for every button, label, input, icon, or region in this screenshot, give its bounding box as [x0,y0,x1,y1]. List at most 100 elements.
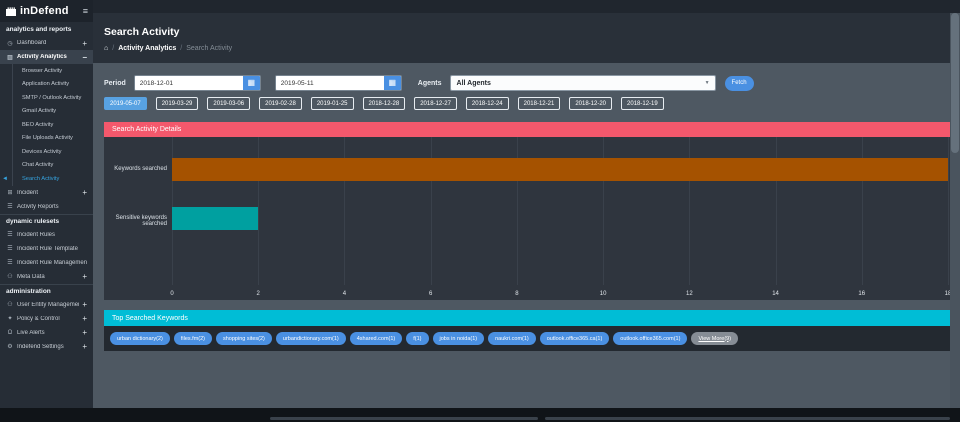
sidebar-item-dashboard[interactable]: ◷ Dashboard + [0,36,93,50]
user-icon: ⚇ [6,301,14,308]
axis-tick: 12 [686,291,693,297]
date-chip[interactable]: 2018-12-20 [569,97,612,110]
horizontal-scrollbar-thumb[interactable] [545,417,950,420]
app-logo-text: inDefend [20,5,69,17]
view-more-link[interactable]: View More(9) [691,332,738,345]
sidebar: inDefend ≡ analytics and reports ◷ Dashb… [0,0,93,408]
expand-icon: + [82,328,87,337]
sidebar-item-live-alerts[interactable]: Ω Live Alerts + [0,326,93,340]
keyword-pill[interactable]: urban dictionary(2) [110,332,170,345]
activity-analytics-submenu: Browser Activity Application Activity SM… [12,64,93,186]
main-content: Search Activity ⌂ / Activity Analytics /… [93,13,950,408]
date-from-input[interactable] [135,76,243,90]
keyword-pill[interactable]: jobs in noida(1) [433,332,485,345]
keyword-pill[interactable]: 4shared.com(1) [350,332,403,345]
sidebar-item-policy-control[interactable]: ✦ Policy & Control + [0,312,93,326]
date-chip[interactable]: 2018-12-27 [414,97,457,110]
metadata-icon: ⚇ [6,273,14,280]
date-chip[interactable]: 2018-12-28 [363,97,406,110]
expand-icon: + [82,39,87,48]
period-label: Period [104,80,126,87]
bottom-bar [0,408,960,422]
breadcrumb: ⌂ / Activity Analytics / Search Activity [104,45,950,52]
keyword-pill[interactable]: urbandictionary.com(1) [276,332,346,345]
date-chip-row: 2019-05-07 2019-03-29 2019-03-06 2019-02… [104,97,664,110]
date-chip[interactable]: 2019-03-06 [207,97,250,110]
title-panel: Search Activity ⌂ / Activity Analytics /… [93,13,950,63]
policy-icon: ✦ [6,315,14,322]
axis-tick: 16 [858,291,865,297]
section-analytics-reports: analytics and reports [0,22,93,36]
agents-select[interactable]: All Agents ▼ [450,75,716,91]
section-administration: administration [0,284,93,298]
gear-icon: ⚙ [6,343,14,350]
expand-icon: + [82,272,87,281]
expand-icon: + [82,314,87,323]
date-to-input[interactable] [276,76,384,90]
active-pointer-icon: ◄ [2,176,8,182]
search-activity-chart: Keywords searched Sensitive keywords sea… [104,137,950,300]
sidebar-subitem-devices-activity[interactable]: Devices Activity [13,145,93,159]
sidebar-subitem-gmail-activity[interactable]: Gmail Activity [13,105,93,119]
sidebar-subitem-search-activity[interactable]: ◄ Search Activity [13,172,93,186]
keyword-pill[interactable]: shopping sites(2) [216,332,272,345]
expand-icon: + [82,342,87,351]
vertical-scrollbar-thumb[interactable] [951,13,959,153]
sidebar-item-user-entity-management[interactable]: ⚇ User Entity Management + [0,298,93,312]
top-navbar [0,0,960,13]
date-chip[interactable]: 2019-02-28 [259,97,302,110]
sidebar-subitem-application-activity[interactable]: Application Activity [13,78,93,92]
keyword-pill[interactable]: f(1) [406,332,428,345]
sidebar-item-incident-rule-management[interactable]: ☰ Incident Rule Management [0,256,93,270]
dashboard-icon: ◷ [6,40,14,47]
sidebar-subitem-file-uploads-activity[interactable]: File Uploads Activity [13,132,93,146]
sidebar-item-incident-rules[interactable]: ☰ Incident Rules [0,228,93,242]
keyword-pill[interactable]: outlook.office365.ca(1) [540,332,610,345]
section-dynamic-rulesets: dynamic rulesets [0,214,93,228]
vertical-scrollbar[interactable] [950,13,960,408]
date-chip[interactable]: 2018-12-21 [518,97,561,110]
date-chip[interactable]: 2019-05-07 [104,97,147,110]
calendar-icon[interactable]: ▦ [243,76,260,90]
category-label: Sensitive keywords searched [104,215,167,227]
fetch-button[interactable]: Fetch [725,76,754,91]
sidebar-item-indefend-settings[interactable]: ⚙ Indefend Settings + [0,340,93,354]
keyword-pill[interactable]: naukri.com(1) [488,332,536,345]
sidebar-item-incident-rule-template[interactable]: ☰ Incident Rule Template [0,242,93,256]
menu-toggle-icon[interactable]: ≡ [83,6,88,16]
date-chip[interactable]: 2018-12-24 [466,97,509,110]
breadcrumb-activity-analytics[interactable]: Activity Analytics [118,45,176,52]
keyword-pill[interactable]: outlook.office365.com(1) [613,332,687,345]
calendar-icon[interactable]: ▦ [384,76,401,90]
date-from-group: ▦ [134,75,261,91]
date-chip[interactable]: 2018-12-19 [621,97,664,110]
keywords-searched-bar [172,158,948,181]
rules-icon: ☰ [6,231,14,238]
template-icon: ☰ [6,245,14,252]
sidebar-item-activity-reports[interactable]: ☰ Activity Reports [0,200,93,214]
sidebar-item-meta-data[interactable]: ⚇ Meta Data + [0,270,93,284]
horizontal-scrollbar-thumb[interactable] [270,417,538,420]
sidebar-item-incident[interactable]: ⊞ Incident + [0,186,93,200]
sidebar-subitem-browser-activity[interactable]: Browser Activity [13,64,93,78]
sidebar-nav: analytics and reports ◷ Dashboard + ▥ Ac… [0,22,93,354]
axis-tick: 14 [772,291,779,297]
date-chip[interactable]: 2019-03-29 [156,97,199,110]
date-chip[interactable]: 2019-01-25 [311,97,354,110]
sidebar-subitem-chat-activity[interactable]: Chat Activity [13,159,93,173]
home-icon[interactable]: ⌂ [104,45,108,52]
expand-icon: + [82,188,87,197]
bell-icon: Ω [6,330,14,336]
chevron-down-icon: ▼ [705,80,710,86]
sidebar-subitem-beo-activity[interactable]: BEO Activity [13,118,93,132]
details-panel-header: Search Activity Details [104,122,950,137]
castle-logo-icon [5,5,17,17]
sidebar-subitem-smtp-outlook-activity[interactable]: SMTP / Outlook Activity [13,91,93,105]
incident-icon: ⊞ [6,189,14,196]
agents-label: Agents [418,80,442,87]
axis-tick: 0 [170,291,173,297]
axis-tick: 4 [343,291,346,297]
analytics-icon: ▥ [6,54,14,61]
sidebar-item-activity-analytics[interactable]: ▥ Activity Analytics − [0,50,93,64]
keyword-pill[interactable]: files.fm(2) [174,332,212,345]
